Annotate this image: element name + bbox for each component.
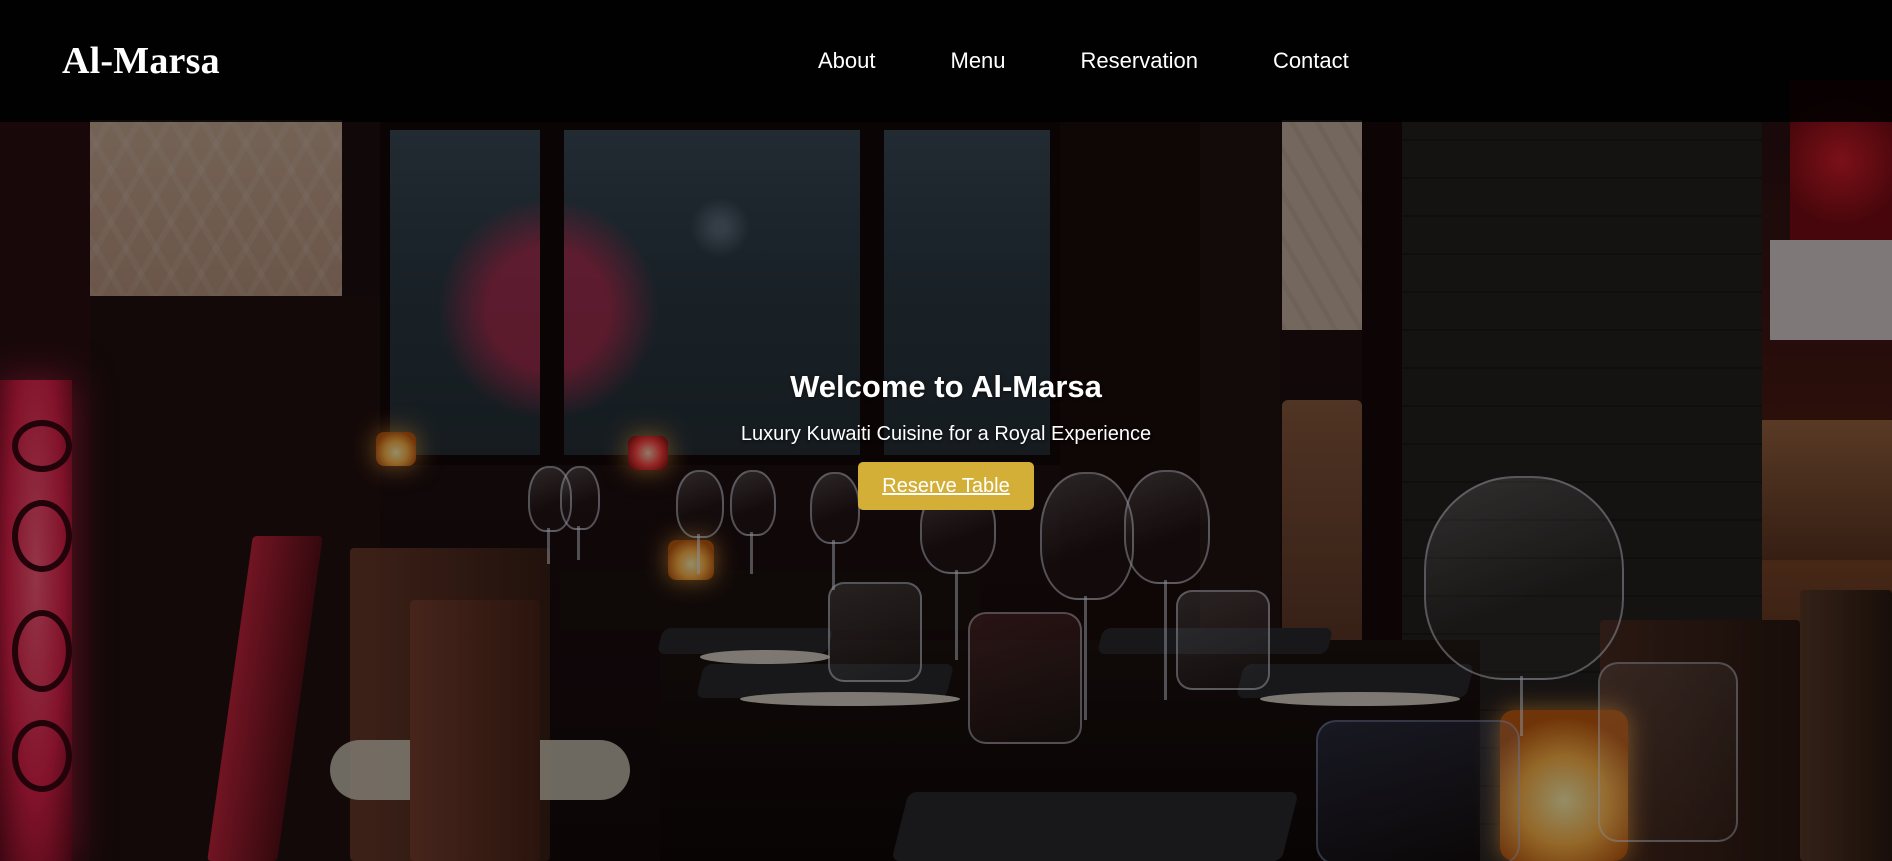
nav-link-menu[interactable]: Menu (951, 48, 1006, 74)
top-navbar: Al-Marsa About Menu Reservation Contact (0, 0, 1892, 122)
hero-subtitle: Luxury Kuwaiti Cuisine for a Royal Exper… (740, 423, 1152, 445)
main-nav: About Menu Reservation Contact (818, 0, 1349, 122)
brand-logo-link[interactable]: Al-Marsa (62, 39, 220, 83)
reserve-table-button[interactable]: Reserve Table (858, 462, 1034, 510)
nav-link-about[interactable]: About (818, 48, 876, 74)
hero-section: Welcome to Al-Marsa Luxury Kuwaiti Cuisi… (0, 362, 1892, 510)
hero-title: Welcome to Al-Marsa (790, 369, 1102, 404)
nav-link-reservation[interactable]: Reservation (1081, 48, 1198, 74)
nav-link-contact[interactable]: Contact (1273, 48, 1349, 74)
